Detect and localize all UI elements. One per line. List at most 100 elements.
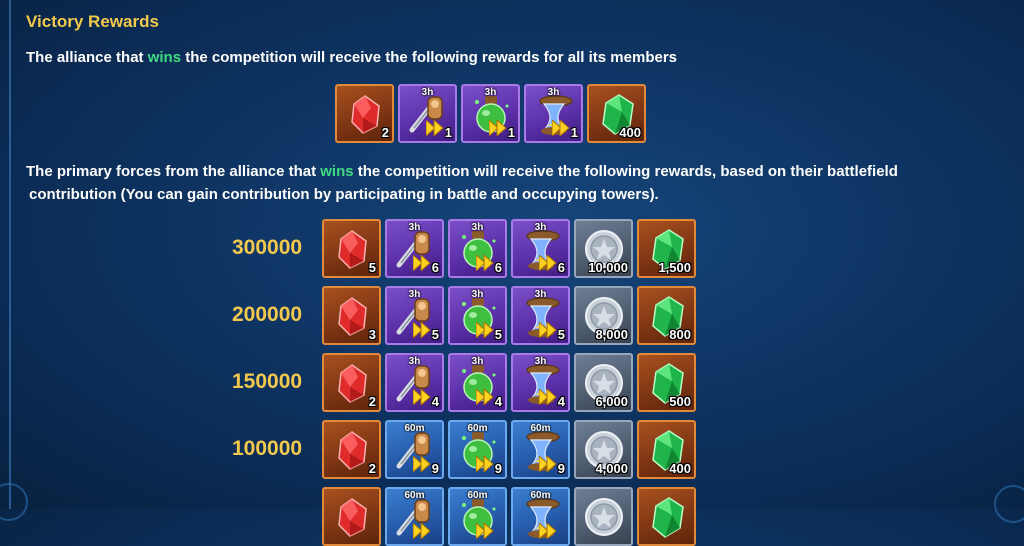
duration-tag: 3h xyxy=(484,87,497,98)
reward-item[interactable]: 60m 9 xyxy=(511,420,570,479)
reward-item[interactable]: 400 xyxy=(587,84,646,143)
duration-tag: 60m xyxy=(467,423,488,434)
corner-ornament-icon xyxy=(994,485,1024,523)
member-rewards-row: 2 3h 1 3h 1 3h 1 400 xyxy=(335,84,646,143)
tier-rewards-row: 2 3h 4 3h 4 3h 4 6,000 500 xyxy=(322,353,696,412)
ruby-icon xyxy=(338,498,367,537)
reward-quantity: 4 xyxy=(494,394,502,409)
duration-tag: 3h xyxy=(471,356,484,367)
reward-quantity: 9 xyxy=(557,461,565,476)
member-rewards-description: The alliance that wins the competition w… xyxy=(26,46,677,69)
tier-threshold: 300000 xyxy=(232,236,303,259)
speedup-arrows-icon xyxy=(476,523,494,539)
reward-quantity: 9 xyxy=(494,461,502,476)
reward-quantity: 400 xyxy=(669,461,691,476)
desc-text: contribution (You can gain contribution … xyxy=(29,186,659,203)
reward-quantity: 5 xyxy=(494,327,502,342)
duration-tag: 60m xyxy=(530,423,551,434)
reward-item[interactable]: 4,000 xyxy=(574,420,633,479)
tier-rewards-row: 2 60m 9 60m 9 60m 9 4,000 400 xyxy=(322,420,696,479)
tier-rewards-row: 5 3h 6 3h 6 3h 6 10,000 1,500 xyxy=(322,219,696,278)
reward-quantity: 2 xyxy=(368,461,376,476)
reward-quantity: 4,000 xyxy=(595,461,628,476)
duration-tag: 3h xyxy=(534,289,547,300)
reward-item[interactable]: 3h 6 xyxy=(385,219,444,278)
reward-item[interactable]: 60m 9 xyxy=(385,420,444,479)
duration-tag: 3h xyxy=(534,356,547,367)
reward-item[interactable]: 3h 6 xyxy=(448,219,507,278)
corner-ornament-icon xyxy=(0,483,28,521)
reward-item[interactable]: 3h 4 xyxy=(385,353,444,412)
duration-tag: 60m xyxy=(530,490,551,501)
reward-quantity: 4 xyxy=(431,394,439,409)
reward-item[interactable]: 400 xyxy=(637,420,696,479)
duration-tag: 3h xyxy=(408,356,421,367)
section-title: Victory Rewards xyxy=(26,12,159,31)
reward-quantity: 1 xyxy=(444,125,452,140)
reward-quantity: 2 xyxy=(368,394,376,409)
reward-item[interactable]: 3 xyxy=(322,286,381,345)
reward-item[interactable]: 5 xyxy=(322,219,381,278)
reward-quantity: 1 xyxy=(570,125,578,140)
duration-tag: 3h xyxy=(408,222,421,233)
reward-quantity: 1 xyxy=(507,125,515,140)
desc-text: the competition will receive the followi… xyxy=(181,49,677,66)
silver-coin-icon xyxy=(585,498,623,536)
reward-item[interactable]: 6,000 xyxy=(574,353,633,412)
reward-quantity: 8,000 xyxy=(595,327,628,342)
reward-item[interactable]: 3h 5 xyxy=(385,286,444,345)
reward-item[interactable]: 3h 4 xyxy=(511,353,570,412)
emerald-icon xyxy=(652,497,684,538)
reward-item[interactable]: 500 xyxy=(637,353,696,412)
reward-quantity: 9 xyxy=(431,461,439,476)
reward-item[interactable]: 60m 9 xyxy=(448,420,507,479)
tier-threshold: 200000 xyxy=(232,303,303,326)
reward-item[interactable]: 3h 1 xyxy=(398,84,457,143)
reward-quantity: 5 xyxy=(557,327,565,342)
reward-item[interactable]: 60m xyxy=(448,487,507,546)
desc-text: the competition will receive the followi… xyxy=(353,163,898,180)
reward-quantity: 400 xyxy=(619,125,641,140)
reward-quantity: 800 xyxy=(669,327,691,342)
wins-highlight: wins xyxy=(320,163,354,180)
reward-item[interactable]: 3h 4 xyxy=(448,353,507,412)
reward-item[interactable]: 10,000 xyxy=(574,219,633,278)
reward-quantity: 6 xyxy=(431,260,439,275)
reward-item[interactable] xyxy=(322,487,381,546)
duration-tag: 60m xyxy=(467,490,488,501)
tier-rewards-row: 60m 60m 60m xyxy=(322,487,696,546)
speedup-arrows-icon xyxy=(413,523,431,539)
reward-item[interactable]: 2 xyxy=(322,353,381,412)
tier-threshold: 100000 xyxy=(232,437,303,460)
desc-text: The primary forces from the alliance tha… xyxy=(26,163,321,180)
reward-quantity: 500 xyxy=(669,394,691,409)
reward-item[interactable]: 3h 1 xyxy=(461,84,520,143)
reward-item[interactable]: 3h 5 xyxy=(448,286,507,345)
reward-item[interactable] xyxy=(637,487,696,546)
duration-tag: 3h xyxy=(534,222,547,233)
reward-item[interactable] xyxy=(574,487,633,546)
reward-item[interactable]: 60m xyxy=(511,487,570,546)
reward-item[interactable]: 800 xyxy=(637,286,696,345)
duration-tag: 3h xyxy=(408,289,421,300)
reward-item[interactable]: 8,000 xyxy=(574,286,633,345)
primary-forces-description: The primary forces from the alliance tha… xyxy=(26,160,986,206)
reward-item[interactable]: 2 xyxy=(335,84,394,143)
reward-quantity: 3 xyxy=(368,327,376,342)
duration-tag: 3h xyxy=(471,289,484,300)
reward-item[interactable]: 60m xyxy=(385,487,444,546)
duration-tag: 60m xyxy=(404,423,425,434)
desc-text: The alliance that xyxy=(26,49,148,66)
reward-item[interactable]: 3h 5 xyxy=(511,286,570,345)
reward-quantity: 4 xyxy=(557,394,565,409)
tier-threshold: 150000 xyxy=(232,370,303,393)
reward-quantity: 2 xyxy=(381,125,389,140)
reward-item[interactable]: 3h 1 xyxy=(524,84,583,143)
duration-tag: 3h xyxy=(547,87,560,98)
reward-item[interactable]: 1,500 xyxy=(637,219,696,278)
reward-item[interactable]: 2 xyxy=(322,420,381,479)
tier-rewards-row: 3 3h 5 3h 5 3h 5 8,000 800 xyxy=(322,286,696,345)
reward-quantity: 6,000 xyxy=(595,394,628,409)
reward-item[interactable]: 3h 6 xyxy=(511,219,570,278)
left-border-line xyxy=(9,0,11,509)
